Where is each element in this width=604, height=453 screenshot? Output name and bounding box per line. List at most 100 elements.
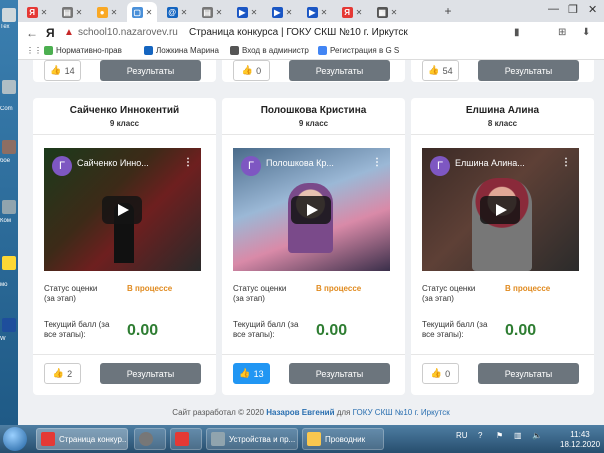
browser-tab[interactable]: ▶ ✕	[232, 2, 262, 22]
address-field[interactable]: school10.nazarovev.ru Страница конкурса …	[78, 27, 408, 38]
photo-icon: ▦	[376, 6, 388, 18]
taskbar-item-browser[interactable]: Страница конкур...	[36, 428, 128, 450]
browser-tab[interactable]: Я ✕	[337, 2, 367, 22]
download-icon[interactable]: ⬇	[582, 27, 590, 38]
tab-close-icon[interactable]: ✕	[181, 8, 188, 17]
results-button[interactable]: Результаты	[478, 60, 579, 81]
browser-tab[interactable]: ● ✕	[92, 2, 122, 22]
browser-tab[interactable]: ▤ ✕	[57, 2, 87, 22]
participant-name: Полошкова Кристина	[260, 105, 367, 116]
bookmark-item[interactable]: Нормативно-прав	[44, 46, 122, 55]
channel-avatar[interactable]: Г	[430, 156, 450, 176]
tab-close-icon[interactable]: ✕	[391, 8, 398, 17]
desktop-shortcut-icon[interactable]	[2, 256, 16, 270]
close-icon[interactable]: ✕	[588, 3, 597, 16]
video-title[interactable]: Сайченко Инно...	[77, 158, 187, 168]
bookmark-item[interactable]: Вход в администр	[230, 46, 309, 55]
taskbar-item-media[interactable]	[134, 428, 166, 450]
tray-volume-icon[interactable]: 🔈	[532, 431, 542, 440]
tray-flag-icon[interactable]: ⚑	[496, 431, 503, 440]
start-button[interactable]	[3, 427, 27, 451]
like-button[interactable]: 👍 14	[44, 60, 81, 81]
desktop-shortcut-icon[interactable]	[2, 8, 16, 22]
desktop-shortcut-icon[interactable]	[2, 200, 16, 214]
tray-network-icon[interactable]: ▥	[514, 431, 522, 440]
minimize-icon[interactable]: —	[548, 3, 559, 15]
results-button[interactable]: Результаты	[478, 363, 579, 384]
browser-tab[interactable]: @ ✕	[162, 2, 192, 22]
taskbar-item-yandex[interactable]	[170, 428, 202, 450]
tab-close-icon[interactable]: ✕	[216, 8, 223, 17]
like-count: 2	[67, 368, 73, 379]
tab-close-icon[interactable]: ✕	[76, 8, 83, 17]
like-button[interactable]: 👍 0	[422, 363, 459, 384]
status-value: В процессе	[316, 284, 362, 293]
bookmark-item[interactable]: Регистрация в G S	[318, 46, 399, 55]
tab-close-icon[interactable]: ✕	[41, 8, 48, 17]
video-player[interactable]: Г Елшина Алина... ⋮	[422, 148, 579, 271]
warning-icon[interactable]: ▲	[64, 27, 74, 38]
language-indicator[interactable]: RU	[456, 431, 468, 440]
bookmark-favicon	[44, 46, 53, 55]
like-button[interactable]: 👍 0	[233, 60, 270, 81]
tray-help-icon[interactable]: ?	[478, 431, 482, 440]
footer-org-link[interactable]: ГОКУ СКШ №10 г. Иркутск	[353, 408, 450, 417]
browser-tab[interactable]: ▶ ✕	[267, 2, 297, 22]
participant-card: Елшина Алина 8 класс Г Елшина Алина... ⋮…	[411, 98, 594, 395]
tab-close-icon[interactable]: ✕	[321, 8, 328, 17]
bookmark-apps-icon[interactable]: ⋮⋮	[26, 46, 42, 55]
footer-author-link[interactable]: Назаров Евгений	[266, 408, 334, 417]
status-value: В процессе	[127, 284, 173, 293]
maximize-icon[interactable]: ❐	[568, 3, 578, 16]
browser-tab[interactable]: Я ✕	[22, 2, 52, 22]
participant-card: Полошкова Кристина 9 класс Г Полошкова К…	[222, 98, 405, 395]
video-icon: ▶	[236, 6, 248, 18]
extensions-icon[interactable]: ⊞	[558, 27, 566, 38]
system-clock[interactable]: 11:43 18.12.2020	[560, 430, 600, 450]
taskbar-item-devices[interactable]: Устройства и пр...	[206, 428, 298, 450]
tab-close-icon[interactable]: ✕	[251, 8, 258, 17]
like-button[interactable]: 👍 54	[422, 60, 459, 81]
desktop-shortcut-icon[interactable]	[2, 80, 16, 94]
results-button[interactable]: Результаты	[100, 363, 201, 384]
desktop-shortcut-icon[interactable]	[2, 140, 16, 154]
play-button-icon[interactable]	[102, 196, 142, 224]
results-button[interactable]: Результаты	[289, 363, 390, 384]
tab-close-icon[interactable]: ✕	[146, 8, 153, 17]
results-button[interactable]: Результаты	[100, 60, 201, 81]
bookmark-icon[interactable]: ▮	[514, 27, 520, 38]
results-button[interactable]: Результаты	[289, 60, 390, 81]
play-button-icon[interactable]	[480, 196, 520, 224]
like-button[interactable]: 👍 13	[233, 363, 270, 384]
kebab-menu-icon[interactable]: ⋮	[183, 157, 193, 168]
channel-avatar[interactable]: Г	[52, 156, 72, 176]
browser-tab[interactable]: ▶ ✕	[302, 2, 332, 22]
taskbar-item-explorer[interactable]: Проводник	[302, 428, 384, 450]
new-tab-button[interactable]: +	[440, 3, 456, 19]
word-icon[interactable]	[2, 318, 16, 332]
video-player[interactable]: Г Полошкова Кр... ⋮	[233, 148, 390, 271]
video-title[interactable]: Елшина Алина...	[455, 158, 565, 168]
taskbar-item-label: Страница конкур...	[59, 434, 128, 444]
browser-tab[interactable]: ▤ ✕	[197, 2, 227, 22]
tab-close-icon[interactable]: ✕	[356, 8, 363, 17]
bookmark-item[interactable]: Ложкина Марина	[144, 46, 219, 55]
tab-close-icon[interactable]: ✕	[111, 8, 118, 17]
divider	[222, 134, 405, 135]
browser-tab[interactable]: ▢ ✕	[127, 2, 157, 22]
back-button[interactable]: ←	[26, 26, 38, 40]
like-button[interactable]: 👍 2	[44, 363, 81, 384]
channel-avatar[interactable]: Г	[241, 156, 261, 176]
video-player[interactable]: Г Сайченко Инно... ⋮	[44, 148, 201, 271]
score-value: 0.00	[316, 322, 348, 339]
video-title[interactable]: Полошкова Кр...	[266, 158, 376, 168]
browser-tab[interactable]: ▦ ✕	[372, 2, 402, 22]
tab-close-icon[interactable]: ✕	[286, 8, 293, 17]
kebab-menu-icon[interactable]: ⋮	[372, 157, 382, 168]
kebab-menu-icon[interactable]: ⋮	[561, 157, 571, 168]
address-host: school10.nazarovev.ru	[78, 27, 178, 38]
status-label: Статус оценки (за этап)	[44, 284, 98, 303]
yandex-icon	[41, 432, 55, 446]
play-button-icon[interactable]	[291, 196, 331, 224]
yandex-home-icon[interactable]: Я	[46, 26, 55, 40]
